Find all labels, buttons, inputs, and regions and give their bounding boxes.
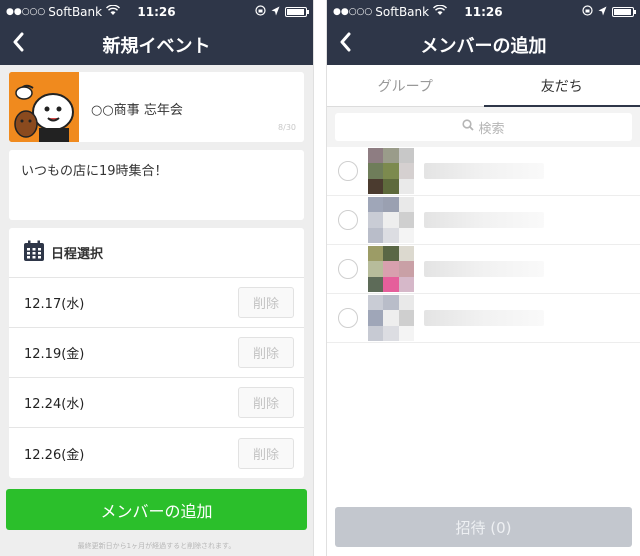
date-row: 12.17(水) 削除 — [9, 278, 304, 328]
date-row: 12.26(金) 削除 — [9, 428, 304, 478]
select-radio[interactable] — [338, 308, 358, 328]
blurred-friend-name — [424, 261, 544, 277]
event-name-card[interactable]: ○○商事 忘年会 8/30 — [9, 72, 304, 142]
battery-icon — [612, 7, 636, 17]
date-label: 12.24(水) — [24, 397, 85, 412]
status-bar: ●●○○○ SoftBank 11:26 — [327, 0, 640, 24]
search-input[interactable]: 検索 — [335, 113, 632, 141]
date-label: 12.19(金) — [24, 347, 85, 362]
search-icon — [462, 119, 475, 135]
delete-date-button[interactable]: 削除 — [238, 437, 294, 469]
carrier-name: SoftBank — [48, 5, 103, 19]
new-event-screen: ●●○○○ SoftBank 11:26 新規イベント ○○商事 忘年会 8/3… — [0, 0, 314, 556]
blurred-friend-name — [424, 310, 544, 326]
signal-strength-icon: ●●○○○ — [333, 7, 373, 17]
select-radio[interactable] — [338, 161, 358, 181]
delete-date-button[interactable]: 削除 — [238, 337, 294, 368]
tab-groups[interactable]: グループ — [327, 65, 484, 106]
signal-strength-icon: ●●○○○ — [6, 7, 46, 17]
delete-date-button[interactable]: 削除 — [238, 287, 294, 318]
status-bar: ●●○○○ SoftBank 11:26 — [0, 0, 313, 24]
friend-row[interactable] — [327, 147, 640, 196]
friend-list — [327, 147, 640, 343]
nav-bar: メンバーの追加 — [327, 24, 640, 65]
tab-friends[interactable]: 友だち — [483, 65, 640, 107]
add-member-screen: ●●○○○ SoftBank 11:26 メンバーの追加 グループ 友だち 検索… — [326, 0, 640, 556]
tab-bar: グループ 友だち — [327, 65, 640, 107]
add-member-button[interactable]: メンバーの追加 — [6, 489, 307, 530]
date-row: 12.24(水) 削除 — [9, 378, 304, 428]
screen-title: メンバーの追加 — [420, 35, 547, 57]
back-chevron-icon[interactable] — [12, 32, 24, 58]
location-arrow-icon — [271, 6, 280, 19]
back-chevron-icon[interactable] — [339, 32, 351, 58]
select-radio[interactable] — [338, 210, 358, 230]
battery-icon — [285, 7, 309, 17]
wifi-icon — [433, 4, 448, 19]
blurred-friend-name — [424, 163, 544, 179]
select-radio[interactable] — [338, 259, 358, 279]
schedule-header: 日程選択 — [9, 228, 304, 278]
location-arrow-icon — [598, 6, 607, 19]
carrier-name: SoftBank — [375, 5, 430, 19]
invite-button[interactable]: 招待 (0) — [335, 507, 632, 547]
avatar — [368, 197, 414, 243]
blurred-friend-name — [424, 212, 544, 228]
delete-date-button[interactable]: 削除 — [238, 387, 294, 418]
friend-row[interactable] — [327, 196, 640, 245]
avatar — [368, 148, 414, 194]
event-name-input[interactable]: ○○商事 忘年会 — [91, 99, 183, 118]
schedule-card: 日程選択 12.17(水) 削除 12.19(金) 削除 12.24(水) 削除… — [9, 228, 304, 478]
character-count: 8/30 — [278, 123, 296, 132]
friend-row[interactable] — [327, 245, 640, 294]
friend-row[interactable] — [327, 294, 640, 343]
date-row: 12.19(金) 削除 — [9, 328, 304, 378]
avatar — [368, 246, 414, 292]
rotation-lock-icon — [582, 5, 593, 19]
schedule-title: 日程選択 — [51, 247, 104, 262]
wifi-icon — [106, 4, 121, 19]
search-placeholder: 検索 — [478, 121, 505, 137]
rotation-lock-icon — [255, 5, 266, 19]
nav-bar: 新規イベント — [0, 24, 313, 65]
avatar — [368, 295, 414, 341]
screen-title: 新規イベント — [102, 35, 211, 57]
footnote: 最終更新日から1ヶ月が経過すると削除されます。 — [77, 542, 236, 550]
search-bar: 検索 — [327, 107, 640, 147]
event-memo-field[interactable]: いつもの店に19時集合！ — [9, 150, 304, 220]
date-label: 12.26(金) — [24, 447, 85, 463]
brown-bear-sticker-icon[interactable] — [9, 72, 79, 142]
calendar-icon — [23, 240, 45, 266]
date-label: 12.17(水) — [24, 297, 85, 312]
